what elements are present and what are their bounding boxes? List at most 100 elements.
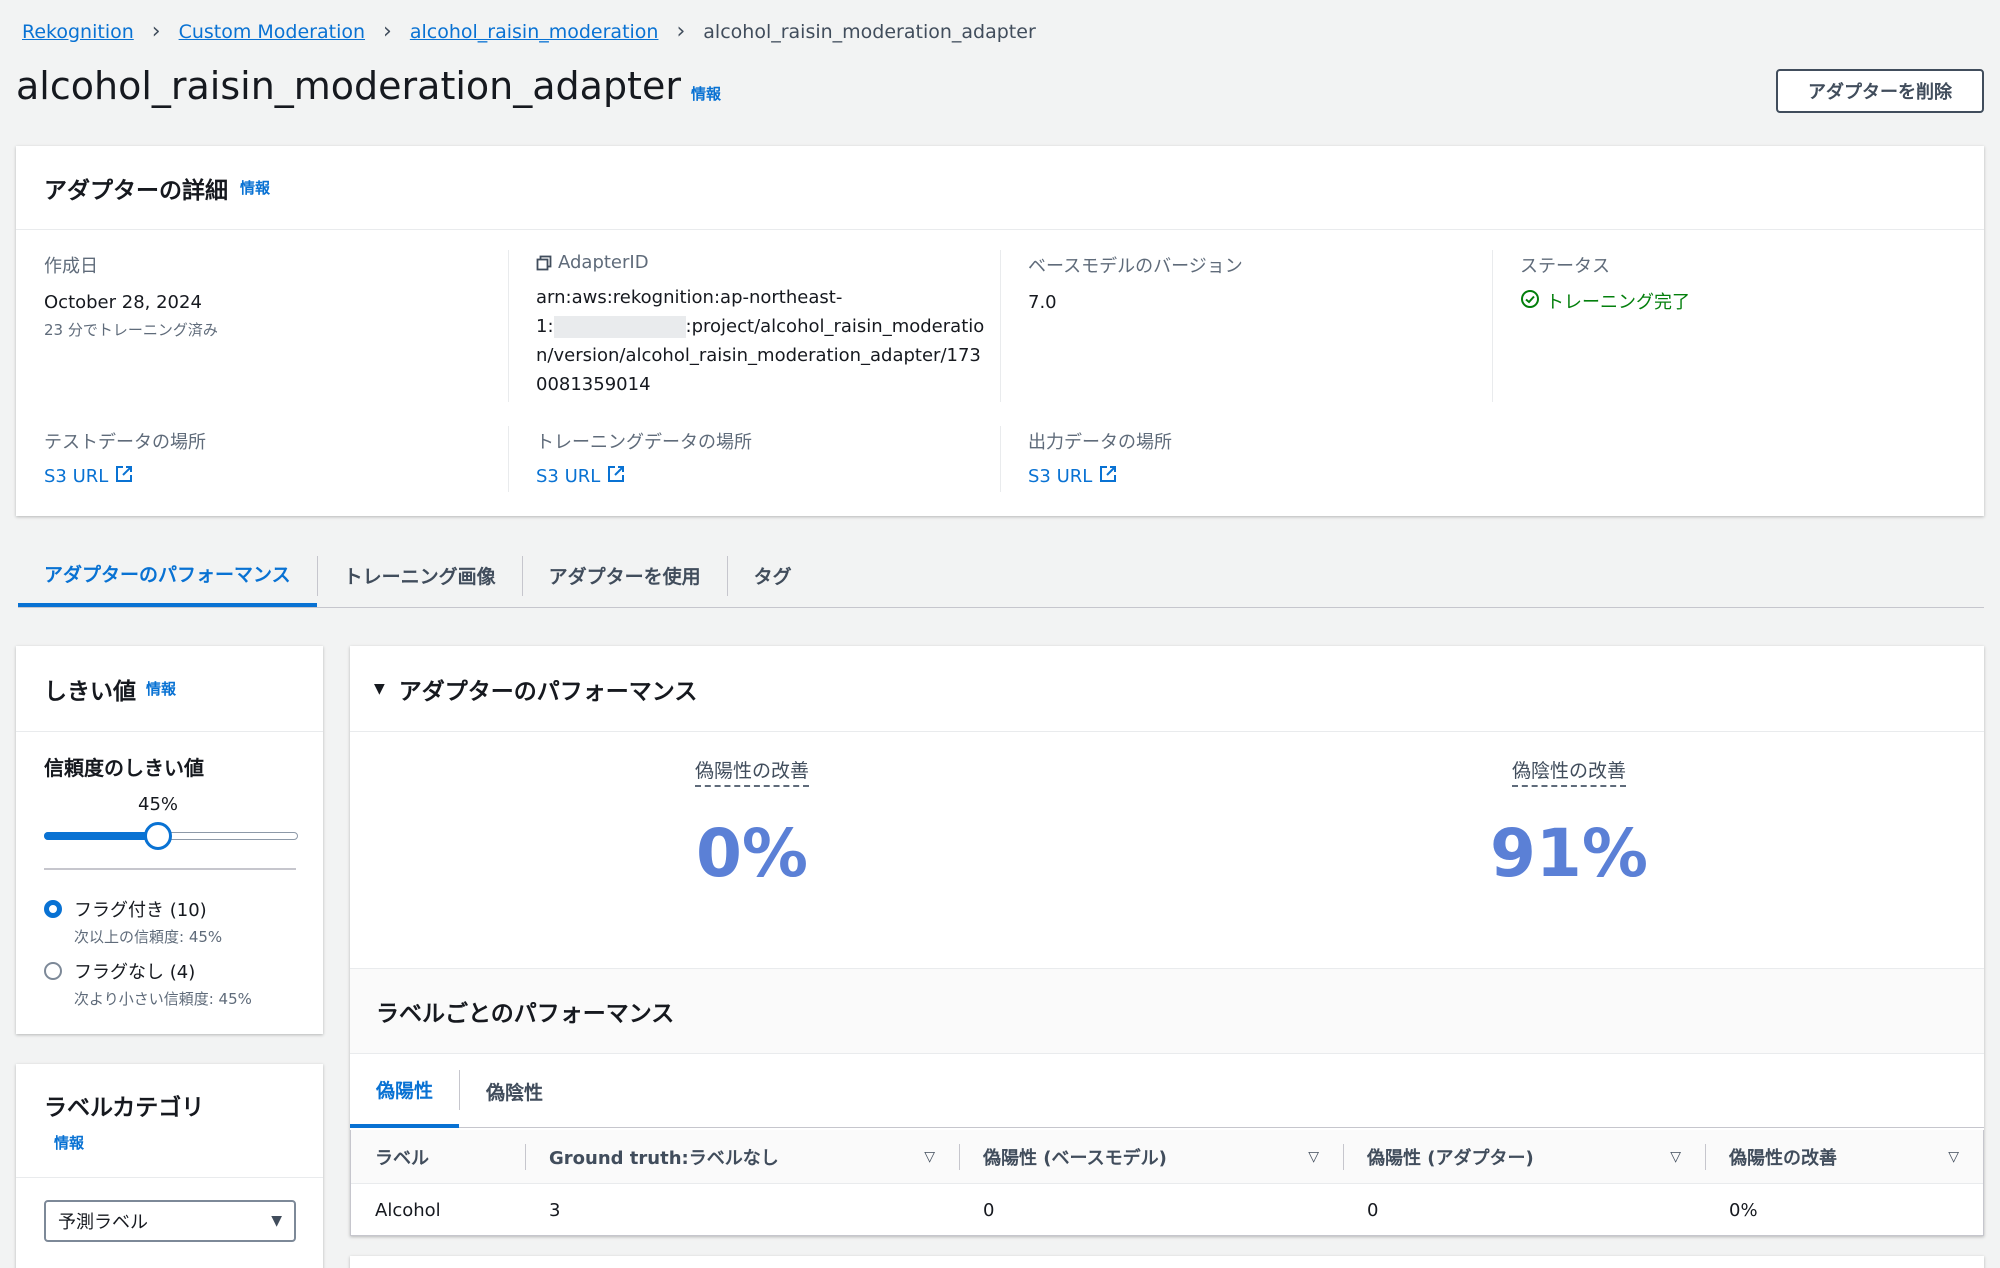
radio-flagged[interactable]: フラグ付き (10) 次以上の信頼度: 45% [44, 896, 222, 947]
caret-down-icon[interactable]: ▼ [374, 681, 385, 697]
base-model-field: ベースモデルのバージョン 7.0 [1028, 252, 1243, 317]
redacted-account-id [553, 316, 686, 338]
column-header-fp-base[interactable]: 偽陽性 (ベースモデル) ▽ [959, 1130, 1343, 1183]
adapter-id-label: AdapterID [558, 252, 649, 273]
output-data-label: 出力データの場所 [1028, 432, 1172, 453]
tab-use-adapter[interactable]: アダプターを使用 [523, 544, 727, 607]
page-info-link[interactable]: 情報 [691, 83, 721, 104]
caret-down-icon: ▼ [271, 1213, 282, 1229]
threshold-header: しきい値 情報 [16, 646, 323, 732]
tab-false-positive[interactable]: 偽陽性 [350, 1054, 460, 1128]
next-section-card [350, 1256, 1984, 1268]
column-header-fp-improvement[interactable]: 偽陽性の改善 ▽ [1705, 1130, 1983, 1183]
output-data-field: 出力データの場所 S3 URL [1028, 428, 1172, 489]
adapter-details-card: アダプターの詳細 情報 作成日 October 28, 2024 23 分でトレ… [16, 146, 1984, 516]
fn-improvement-label[interactable]: 偽陰性の改善 [1511, 756, 1626, 787]
column-divider [1000, 426, 1001, 492]
column-divider [1000, 250, 1001, 402]
cell-label: Alcohol [375, 1199, 441, 1221]
column-header-label: ラベル [351, 1130, 525, 1183]
threshold-info-link[interactable]: 情報 [146, 678, 176, 699]
fn-improvement-value: 91% [1490, 815, 1648, 892]
sort-icon[interactable]: ▽ [1308, 1149, 1319, 1165]
label-category-select[interactable]: 予測ラベル ▼ [44, 1200, 296, 1242]
radio-unflagged-control[interactable] [44, 962, 62, 980]
radio-flagged-text: フラグ付き (10) 次以上の信頼度: 45% [74, 896, 222, 947]
chevron-right-icon: › [151, 19, 161, 44]
column-divider [1492, 250, 1493, 402]
breadcrumb-current: alcohol_raisin_moderation_adapter [703, 21, 1036, 43]
tab-adapter-performance[interactable]: アダプターのパフォーマンス [18, 544, 317, 607]
table-row: Alcohol 3 0 0 0% [351, 1184, 1983, 1236]
radio-unflagged[interactable]: フラグなし (4) 次より小さい信頼度: 45% [44, 958, 252, 1009]
output-data-s3-link[interactable]: S3 URL [1028, 464, 1172, 489]
adapter-details-info-link[interactable]: 情報 [240, 177, 270, 198]
column-header-text: 偽陽性 (ベースモデル) [983, 1147, 1167, 1169]
column-header-fp-adapter[interactable]: 偽陽性 (アダプター) ▽ [1343, 1130, 1705, 1183]
page-title-text: alcohol_raisin_moderation_adapter [16, 64, 681, 108]
tab-training-images[interactable]: トレーニング画像 [318, 544, 522, 607]
sort-icon[interactable]: ▽ [1670, 1149, 1681, 1165]
tab-tags[interactable]: タグ [728, 544, 818, 607]
adapter-id-line: arn:aws:rekognition:ap-northeast- [536, 287, 843, 308]
status-label: ステータス [1520, 256, 1610, 277]
training-data-label: トレーニングデータの場所 [536, 432, 752, 453]
adapter-id-line: 1: :project/alcohol_raisin_moderatio [536, 312, 996, 341]
test-data-label: テストデータの場所 [44, 432, 206, 453]
status-text: トレーニング完了 [1546, 292, 1690, 313]
label-category-title: ラベルカテゴリ [44, 1095, 205, 1121]
breadcrumb-project[interactable]: alcohol_raisin_moderation [410, 21, 659, 43]
main-tabs: アダプターのパフォーマンス トレーニング画像 アダプターを使用 タグ [18, 544, 1984, 608]
per-label-tabs: 偽陽性 偽陰性 [350, 1054, 1984, 1128]
training-data-s3-link[interactable]: S3 URL [536, 464, 752, 489]
column-divider [508, 250, 509, 402]
adapter-id-suffix: :project/alcohol_raisin_moderatio [685, 316, 985, 337]
test-data-s3-link[interactable]: S3 URL [44, 464, 206, 489]
table-header: ラベル Ground truth:ラベルなし ▽ 偽陽性 (ベースモデル) ▽ 偽陽… [351, 1130, 1983, 1184]
adapter-id-field: AdapterID arn:aws:rekognition:ap-northea… [536, 252, 996, 399]
label-category-info-link[interactable]: 情報 [54, 1132, 84, 1153]
column-header-ground-truth[interactable]: Ground truth:ラベルなし ▽ [525, 1130, 959, 1183]
breadcrumb: Rekognition › Custom Moderation › alcoho… [22, 18, 1036, 46]
status-field: ステータス トレーニング完了 [1520, 252, 1690, 314]
delete-adapter-button[interactable]: アダプターを削除 [1776, 69, 1984, 113]
adapter-id-value: arn:aws:rekognition:ap-northeast- 1: :pro… [536, 283, 996, 399]
external-link-icon [606, 464, 626, 489]
column-header-text: 偽陽性 (アダプター) [1367, 1147, 1534, 1169]
radio-flagged-label: フラグ付き (10) [74, 900, 207, 921]
radio-flagged-sub: 次以上の信頼度: 45% [74, 928, 223, 946]
chevron-right-icon: › [676, 19, 686, 44]
column-header-text: 偽陽性の改善 [1729, 1147, 1837, 1169]
tab-false-negative[interactable]: 偽陰性 [460, 1054, 569, 1128]
page-title: alcohol_raisin_moderation_adapter 情報 [16, 64, 721, 108]
adapter-performance-card: ▼ アダプターのパフォーマンス 偽陽性の改善 0% 偽陰性の改善 91% ラベル… [350, 646, 1984, 1236]
sort-icon[interactable]: ▽ [924, 1149, 935, 1165]
breadcrumb-rekognition[interactable]: Rekognition [22, 21, 134, 43]
per-label-table: ラベル Ground truth:ラベルなし ▽ 偽陽性 (ベースモデル) ▽ 偽陽… [350, 1130, 1984, 1236]
threshold-title: しきい値 [44, 678, 136, 705]
performance-header[interactable]: ▼ アダプターのパフォーマンス [350, 646, 1984, 732]
adapter-id-line: 0081359014 [536, 374, 651, 395]
radio-flagged-control[interactable] [44, 900, 62, 918]
cell-fp-adapter: 0 [1367, 1199, 1379, 1221]
label-category-select-value: 予測ラベル [58, 1212, 148, 1233]
radio-unflagged-sub: 次より小さい信頼度: 45% [74, 990, 252, 1008]
fn-improvement-metric: 偽陰性の改善 91% [1154, 732, 1984, 968]
chevron-right-icon: › [383, 19, 392, 44]
adapter-id-prefix: 1: [536, 316, 554, 337]
breadcrumb-custom-moderation[interactable]: Custom Moderation [179, 21, 365, 43]
radio-unflagged-label: フラグなし (4) [74, 962, 196, 983]
copy-icon[interactable] [536, 255, 552, 271]
created-date-value: October 28, 2024 [44, 292, 202, 313]
base-model-value: 7.0 [1028, 292, 1057, 313]
external-link-icon [1098, 464, 1118, 489]
training-data-s3-text: S3 URL [536, 466, 601, 487]
threshold-value-label: 45% [138, 794, 179, 815]
adapter-id-label-row: AdapterID [536, 252, 996, 273]
created-date-label: 作成日 [44, 256, 98, 277]
fp-improvement-label[interactable]: 偽陽性の改善 [694, 756, 809, 787]
test-data-field: テストデータの場所 S3 URL [44, 428, 206, 489]
base-model-label: ベースモデルのバージョン [1028, 256, 1243, 277]
label-category-header: ラベルカテゴリ 情報 [16, 1064, 323, 1178]
sort-icon[interactable]: ▽ [1948, 1149, 1959, 1165]
